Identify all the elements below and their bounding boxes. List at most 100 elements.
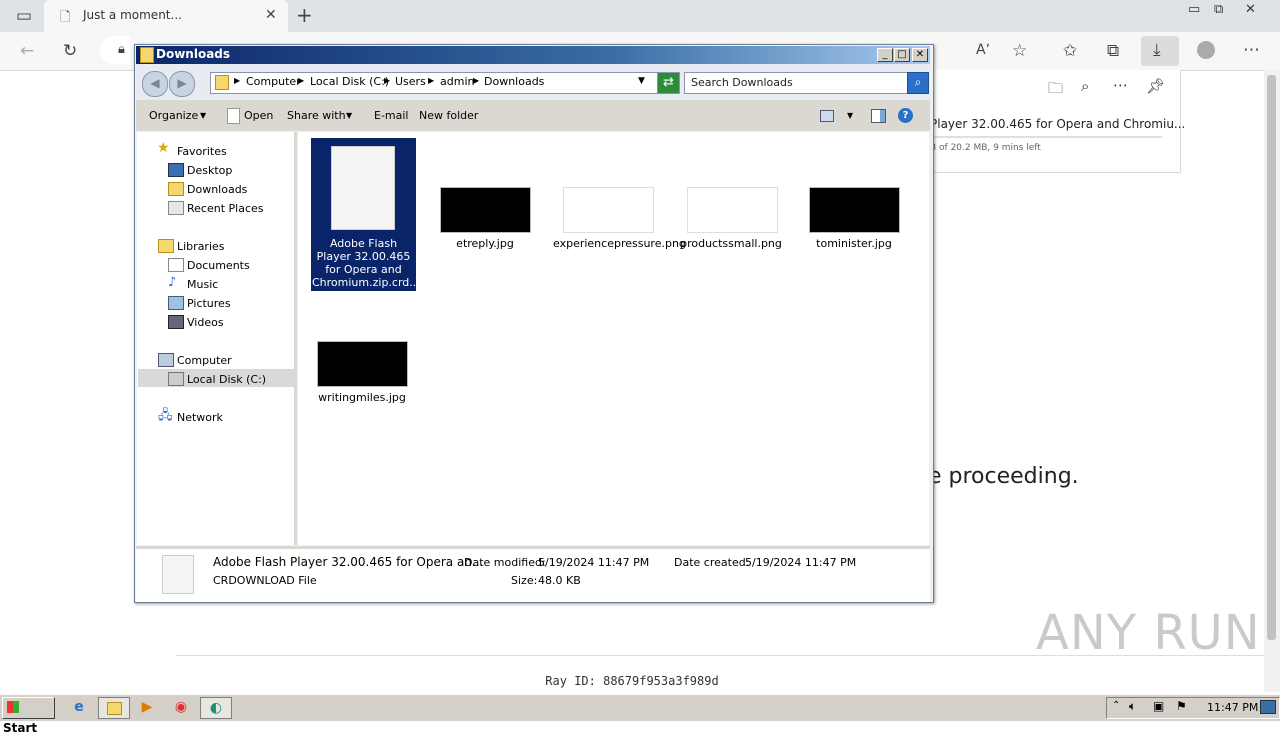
media-player-icon[interactable]: ▶ <box>134 697 160 717</box>
open-folder-icon[interactable]: 🗀 <box>1048 78 1063 103</box>
clock[interactable]: 11:47 PM <box>1207 701 1258 714</box>
nav-music[interactable]: Music <box>187 278 218 291</box>
maximize-button[interactable]: □ <box>894 48 910 62</box>
file-name[interactable]: writingmiles.jpg <box>307 391 417 404</box>
file-thumbnail[interactable] <box>317 341 408 387</box>
show-hidden-icons[interactable]: ⌃ <box>1112 700 1120 711</box>
profile-avatar[interactable] <box>1197 41 1215 59</box>
nav-local-disk[interactable]: Local Disk (C:) <box>187 373 266 386</box>
open-file-icon[interactable] <box>227 108 240 124</box>
share-with-button[interactable]: Share with <box>287 109 346 122</box>
back-icon[interactable]: ← <box>20 41 34 61</box>
favorites-icon[interactable]: ✩ <box>1063 41 1077 61</box>
search-icon[interactable]: ⌕ <box>1081 77 1089 95</box>
details-modified-value: 5/19/2024 11:47 PM <box>538 556 650 569</box>
address-dropdown-icon[interactable]: ▼ <box>638 76 645 86</box>
collections-icon[interactable]: ⧉ <box>1107 41 1119 61</box>
more-menu-icon[interactable]: ⋯ <box>1243 40 1260 60</box>
file-name[interactable]: experiencepressure.png <box>553 237 686 250</box>
breadcrumb-downloads[interactable]: Downloads <box>484 75 544 88</box>
organize-button[interactable]: Organize <box>149 109 198 122</box>
details-file-name: Adobe Flash Player 32.00.465 for Opera a… <box>213 555 484 569</box>
breadcrumb-local-disk[interactable]: Local Disk (C:) <box>310 75 389 88</box>
open-button[interactable]: Open <box>244 109 273 122</box>
chevron-down-icon[interactable]: ▼ <box>346 111 352 120</box>
chevron-right-icon[interactable]: ▶ <box>384 76 390 85</box>
tab-actions-icon[interactable]: ▭ <box>16 6 32 26</box>
file-name[interactable]: tominister.jpg <box>799 237 909 250</box>
email-button[interactable]: E-mail <box>374 109 409 122</box>
network-tray-icon[interactable]: ▣ <box>1153 699 1164 713</box>
edge-taskbar-button[interactable]: ◐ <box>200 697 232 719</box>
reload-icon[interactable]: ↻ <box>63 41 77 61</box>
download-item-name[interactable]: Player 32.00.465 for Opera and Chromiu..… <box>930 117 1185 131</box>
file-thumbnail[interactable] <box>809 187 900 233</box>
chevron-down-icon[interactable]: ▼ <box>200 111 206 120</box>
forward-button[interactable]: ▶ <box>169 71 195 97</box>
music-icon: ♪ <box>168 275 177 290</box>
file-name[interactable]: Adobe Flash Player 32.00.465 for Opera a… <box>312 237 420 289</box>
close-tab-icon[interactable]: ✕ <box>265 7 277 23</box>
back-button[interactable]: ◀ <box>142 71 168 97</box>
chevron-right-icon[interactable]: ▶ <box>473 76 479 85</box>
start-button[interactable]: Start <box>2 697 55 735</box>
new-tab-icon[interactable]: + <box>296 3 313 27</box>
videos-icon <box>168 315 184 329</box>
more-options-icon[interactable]: ⋯ <box>1113 76 1128 94</box>
change-view-icon[interactable] <box>820 110 834 122</box>
breadcrumb-admin[interactable]: admin <box>440 75 474 88</box>
search-icon[interactable]: ⌕ <box>907 72 929 94</box>
help-icon[interactable]: ? <box>898 108 913 123</box>
explorer-title-bar[interactable] <box>136 46 930 64</box>
show-desktop-icon[interactable] <box>1260 700 1276 714</box>
nav-documents[interactable]: Documents <box>187 259 250 272</box>
restore-icon[interactable]: ⧉ <box>1214 2 1223 17</box>
nav-computer[interactable]: Computer <box>177 354 232 367</box>
download-progress-bar <box>930 136 1162 138</box>
nav-videos[interactable]: Videos <box>187 316 224 329</box>
nav-recent-places[interactable]: Recent Places <box>187 202 264 215</box>
nav-desktop[interactable]: Desktop <box>187 164 232 177</box>
star-icon: ★ <box>157 140 170 156</box>
file-name[interactable]: productssmall.png <box>676 237 786 250</box>
breadcrumb-computer[interactable]: Computer <box>246 75 301 88</box>
add-favorite-icon[interactable]: ☆ <box>1012 41 1027 61</box>
nav-downloads[interactable]: Downloads <box>187 183 247 196</box>
file-name[interactable]: etreply.jpg <box>430 237 540 250</box>
new-folder-button[interactable]: New folder <box>419 109 478 122</box>
minimize-icon[interactable]: ▭ <box>1188 2 1200 17</box>
tab-title: Just a moment... <box>83 8 182 22</box>
file-thumbnail[interactable] <box>440 187 531 233</box>
chevron-right-icon[interactable]: ▶ <box>234 76 240 85</box>
chevron-right-icon[interactable]: ▶ <box>298 76 304 85</box>
download-icon[interactable]: ⤓ <box>1153 40 1161 60</box>
explorer-taskbar-button[interactable] <box>98 697 130 719</box>
search-placeholder: Search Downloads <box>691 76 793 89</box>
windows-logo-icon <box>7 701 19 713</box>
chrome-icon[interactable]: ◉ <box>168 697 194 717</box>
file-thumbnail[interactable] <box>687 187 778 233</box>
internet-explorer-icon[interactable]: e <box>66 697 92 717</box>
preview-pane-icon[interactable] <box>871 109 886 123</box>
details-size-value: 48.0 KB <box>538 574 581 587</box>
address-bar[interactable] <box>100 36 130 64</box>
nav-favorites[interactable]: Favorites <box>177 145 227 158</box>
close-window-icon[interactable]: ✕ <box>1245 2 1256 17</box>
refresh-icon[interactable]: ⇄ <box>657 72 680 94</box>
chevron-right-icon[interactable]: ▶ <box>428 76 434 85</box>
pin-icon[interactable]: 📌︎ <box>1146 77 1165 95</box>
nav-pictures[interactable]: Pictures <box>187 297 231 310</box>
lock-icon[interactable]: 🔒︎ <box>118 42 125 57</box>
read-aloud-icon[interactable]: Aʼ <box>976 42 990 58</box>
minimize-button[interactable]: _ <box>877 48 893 62</box>
file-thumbnail[interactable] <box>563 187 654 233</box>
action-center-flag-icon[interactable]: ⚑ <box>1176 699 1187 713</box>
close-button[interactable]: ✕ <box>912 48 928 62</box>
nav-libraries[interactable]: Libraries <box>177 240 225 253</box>
computer-icon <box>158 353 174 367</box>
chevron-down-icon[interactable]: ▼ <box>847 111 853 120</box>
scrollbar-thumb[interactable] <box>1267 75 1276 640</box>
breadcrumb-users[interactable]: Users <box>395 75 426 88</box>
nav-network[interactable]: Network <box>177 411 223 424</box>
volume-icon[interactable]: 🔈︎ <box>1129 699 1136 714</box>
